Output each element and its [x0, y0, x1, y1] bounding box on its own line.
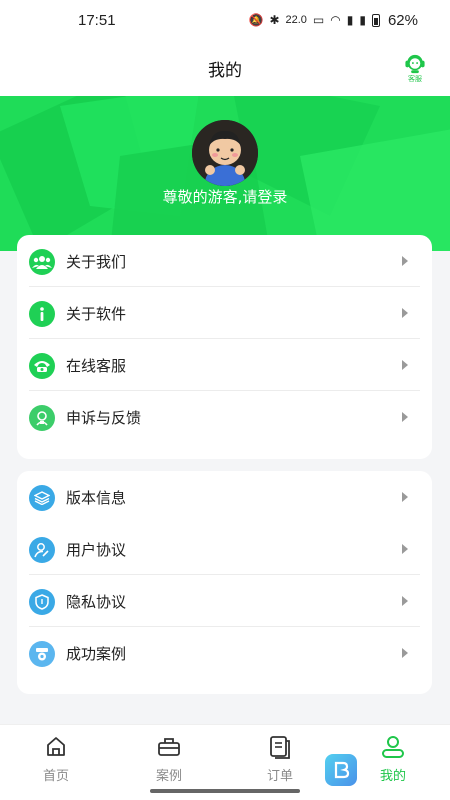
- divider: [29, 626, 420, 627]
- menu-item-label: 关于软件: [66, 305, 127, 323]
- info-icon: [29, 300, 55, 327]
- hd-icon: ▭: [312, 13, 325, 27]
- chevron-right-icon: [402, 544, 408, 554]
- menu-item-success-cases[interactable]: 成功案例: [17, 628, 432, 679]
- divider: [29, 286, 420, 287]
- wifi-icon: ◠: [330, 13, 341, 27]
- menu-card-info: 版本信息 用户协议 隐私协议 成功案例: [17, 471, 432, 694]
- status-icons: 🔕 ✱ 22.0 ▭ ◠ ▮ ▮ 62%: [248, 12, 418, 29]
- login-prompt[interactable]: 尊敬的游客,请登录: [0, 186, 450, 207]
- menu-item-feedback[interactable]: 申诉与反馈: [17, 392, 432, 443]
- chevron-right-icon: [402, 360, 408, 370]
- menu-item-label: 在线客服: [66, 357, 127, 375]
- tab-label: 首页: [42, 769, 69, 784]
- page-title: 我的: [208, 60, 242, 81]
- chevron-right-icon: [402, 308, 408, 318]
- menu-item-about-us[interactable]: 关于我们: [17, 236, 432, 287]
- chevron-right-icon: [402, 648, 408, 658]
- phone-icon: [29, 352, 55, 379]
- menu-item-label: 隐私协议: [66, 593, 127, 611]
- menu-item-online-service[interactable]: 在线客服: [17, 340, 432, 391]
- customer-service-label: 客服: [408, 75, 422, 83]
- menu-item-label: 成功案例: [66, 645, 127, 663]
- menu-item-label: 用户协议: [66, 541, 127, 559]
- customer-service-button[interactable]: 客服: [400, 52, 430, 84]
- group-icon: [29, 248, 55, 275]
- tab-label: 我的: [379, 769, 406, 784]
- feedback-icon: [29, 404, 55, 431]
- tab-profile[interactable]: 我的: [353, 733, 433, 785]
- tab-home[interactable]: 首页: [16, 733, 96, 785]
- home-indicator: [150, 789, 300, 793]
- status-bar: 17:51 🔕 ✱ 22.0 ▭ ◠ ▮ ▮ 62%: [0, 0, 450, 40]
- chevron-right-icon: [402, 412, 408, 422]
- headset-icon: [405, 54, 425, 74]
- tab-cases[interactable]: 案例: [129, 733, 209, 785]
- tab-orders[interactable]: 订单: [240, 733, 320, 785]
- menu-item-about-software[interactable]: 关于软件: [17, 288, 432, 339]
- header: 我的 客服: [0, 40, 450, 96]
- shield-icon: [29, 588, 55, 615]
- status-time: 17:51: [78, 11, 116, 29]
- battery-percent: 62%: [387, 11, 418, 29]
- orders-icon: [270, 736, 290, 759]
- tab-label: 订单: [266, 769, 293, 784]
- chevron-right-icon: [402, 596, 408, 606]
- mute-icon: 🔕: [248, 13, 264, 27]
- divider: [29, 338, 420, 339]
- divider: [29, 390, 420, 391]
- bluetooth-icon: ✱: [269, 13, 280, 27]
- battery-icon: [371, 13, 380, 27]
- briefcase-icon: [158, 738, 180, 756]
- chevron-right-icon: [402, 492, 408, 502]
- net-speed: 22.0: [285, 14, 307, 26]
- tab-label: 案例: [155, 769, 182, 784]
- avatar[interactable]: [192, 120, 258, 186]
- layers-icon: [29, 484, 55, 511]
- signal-icon: ▮: [346, 13, 354, 27]
- menu-item-user-agreement[interactable]: 用户协议: [17, 524, 432, 575]
- signal-2-icon: ▮: [359, 13, 366, 27]
- cartoon-avatar-icon: [192, 120, 258, 186]
- watermark-logo-icon: [325, 754, 357, 786]
- menu-item-label: 关于我们: [66, 253, 127, 271]
- home-icon: [47, 737, 65, 756]
- user-agreement-icon: [29, 536, 55, 563]
- menu-item-label: 申诉与反馈: [66, 409, 142, 427]
- menu-item-label: 版本信息: [66, 489, 127, 507]
- divider: [29, 574, 420, 575]
- chevron-right-icon: [402, 256, 408, 266]
- menu-item-version[interactable]: 版本信息: [17, 472, 432, 523]
- menu-item-privacy[interactable]: 隐私协议: [17, 576, 432, 627]
- menu-card-about: 关于我们 关于软件 在线客服 申诉与反馈: [17, 235, 432, 459]
- badge-icon: [29, 640, 55, 667]
- profile-icon: [382, 736, 404, 758]
